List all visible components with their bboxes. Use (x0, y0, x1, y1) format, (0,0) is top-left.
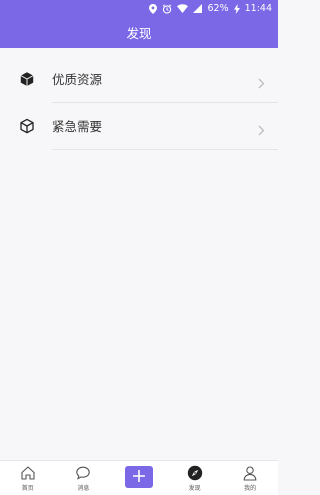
user-icon (242, 465, 258, 481)
chevron-right-icon (258, 121, 265, 136)
battery-percent: 62% (207, 3, 229, 14)
tab-home[interactable]: 首页 (0, 461, 56, 495)
app-screen: 62% 11:44 发现 优质资源 紧急需要 首页 消息 发现 我的 (0, 0, 278, 495)
list-item-premium-resources[interactable]: 优质资源 (0, 56, 278, 103)
cube-filled-icon (19, 71, 35, 87)
chat-bubble-icon (75, 465, 91, 481)
compass-icon (187, 465, 203, 481)
tab-discover[interactable]: 发现 (167, 461, 223, 495)
divider (52, 149, 278, 150)
list-item-label: 紧急需要 (52, 119, 103, 134)
page-title: 发现 (126, 26, 152, 41)
status-bar: 62% 11:44 (0, 0, 278, 17)
status-time: 11:44 (244, 3, 272, 14)
list-item-urgent-needs[interactable]: 紧急需要 (0, 103, 278, 150)
chevron-right-icon (258, 74, 265, 89)
signal-icon (193, 4, 203, 13)
plus-icon (132, 468, 146, 487)
tab-messages[interactable]: 消息 (56, 461, 112, 495)
list-item-label: 优质资源 (52, 72, 103, 87)
home-icon (20, 465, 36, 481)
header: 发现 (0, 17, 278, 48)
tab-label: 我的 (244, 485, 257, 492)
add-button[interactable] (124, 466, 153, 488)
tab-profile[interactable]: 我的 (222, 461, 278, 495)
tab-label: 发现 (188, 485, 201, 492)
alarm-icon (162, 3, 172, 14)
tab-publish[interactable] (111, 461, 167, 495)
wifi-icon (177, 4, 189, 13)
tab-label: 消息 (77, 485, 90, 492)
location-icon (149, 3, 158, 14)
tab-label: 首页 (21, 485, 34, 492)
battery-charging-icon (233, 3, 240, 14)
discover-list: 优质资源 紧急需要 (0, 56, 278, 150)
cube-outline-icon (19, 118, 35, 134)
bottom-tab-bar: 首页 消息 发现 我的 (0, 460, 278, 495)
